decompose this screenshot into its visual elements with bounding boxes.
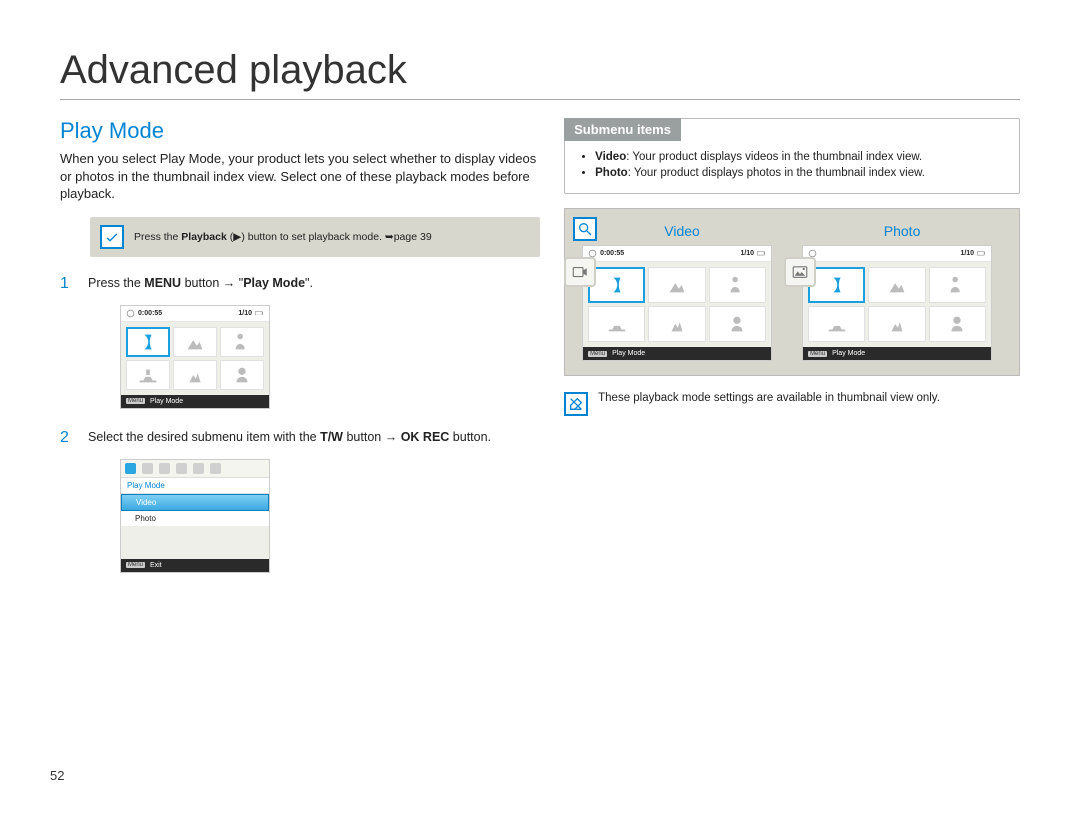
thumbnail: [929, 267, 986, 303]
lcd-footer-label: Exit: [150, 562, 162, 569]
lcd-menu-screen: Play Mode Video Photo Menu Exit: [120, 459, 540, 573]
battery-icon: [977, 249, 986, 258]
footnote-text: These playback mode settings are availab…: [598, 392, 940, 404]
tab-icon: [142, 463, 153, 474]
thumbnail: [929, 306, 986, 342]
menu-tag: Menu: [126, 562, 145, 568]
menu-row-video: Video: [121, 494, 269, 511]
page-number: 52: [50, 768, 64, 783]
video-mode-icon: [564, 257, 596, 287]
menu-header: Play Mode: [121, 478, 269, 494]
lcd-counter: 1/10: [238, 310, 252, 317]
left-column: Play Mode When you select Play Mode, you…: [60, 118, 540, 593]
magnifier-icon: [573, 217, 597, 241]
preview-label-video: Video: [582, 223, 782, 239]
lcd-counter: 1/10: [960, 250, 974, 257]
photo-mode-icon: [784, 257, 816, 287]
check-icon: [100, 225, 124, 249]
step-number: 1: [60, 275, 76, 293]
submenu-card: Submenu items Video: Your product displa…: [564, 118, 1020, 194]
thumbnail: [588, 306, 645, 342]
thumbnail: [868, 306, 925, 342]
tab-icon: [193, 463, 204, 474]
preview-photo: Photo 1/10: [802, 223, 1002, 361]
thumbnail: [709, 267, 766, 303]
lcd-thumbnail-screen: 0:00:55 1/10: [120, 305, 540, 409]
preview-card: Video 0:00:55: [564, 208, 1020, 376]
note-icon: [564, 392, 588, 416]
battery-icon: [255, 309, 264, 318]
submenu-item: Photo: Your product displays photos in t…: [595, 167, 1005, 179]
menu-tag: Menu: [808, 351, 827, 357]
thumbnail: [126, 327, 170, 357]
menu-row-photo: Photo: [121, 511, 269, 527]
thumbnail: [808, 267, 865, 303]
lcd-time: 0:00:55: [600, 250, 624, 257]
thumbnail: [588, 267, 645, 303]
step-text: Press the MENU button → "Play Mode".: [88, 275, 313, 293]
thumbnail: [808, 306, 865, 342]
lcd-counter: 1/10: [740, 250, 754, 257]
intro-text: When you select Play Mode, your product …: [60, 150, 540, 203]
submenu-header: Submenu items: [564, 118, 681, 141]
tab-icons-row: [121, 460, 269, 478]
thumbnail: [709, 306, 766, 342]
thumbnail: [173, 360, 217, 390]
section-title: Play Mode: [60, 118, 540, 144]
storage-icon: [126, 309, 135, 318]
thumbnail: [220, 360, 264, 390]
precheck-box: Press the Playback (▶) button to set pla…: [90, 217, 540, 257]
thumbnail: [868, 267, 925, 303]
preview-video: Video 0:00:55: [582, 223, 782, 361]
thumbnail: [173, 327, 217, 357]
thumbnail: [648, 306, 705, 342]
lcd-footer-label: Play Mode: [832, 350, 865, 357]
tab-icon: [125, 463, 136, 474]
submenu-item: Video: Your product displays videos in t…: [595, 151, 1005, 163]
thumbnail: [648, 267, 705, 303]
page-title: Advanced playback: [60, 48, 1020, 100]
step-2: 2 Select the desired submenu item with t…: [60, 429, 540, 447]
step-number: 2: [60, 429, 76, 447]
precheck-text: Press the Playback (▶) button to set pla…: [134, 231, 432, 243]
tab-icon: [176, 463, 187, 474]
footnote-row: These playback mode settings are availab…: [564, 392, 1020, 416]
preview-label-photo: Photo: [802, 223, 1002, 239]
lcd-footer-label: Play Mode: [612, 350, 645, 357]
menu-tag: Menu: [588, 351, 607, 357]
tab-icon: [210, 463, 221, 474]
thumbnail: [126, 360, 170, 390]
right-column: Submenu items Video: Your product displa…: [564, 118, 1020, 593]
menu-tag: Menu: [126, 398, 145, 404]
step-text: Select the desired submenu item with the…: [88, 429, 491, 447]
battery-icon: [757, 249, 766, 258]
thumbnail: [220, 327, 264, 357]
step-1: 1 Press the MENU button → "Play Mode".: [60, 275, 540, 293]
lcd-time: 0:00:55: [138, 310, 162, 317]
tab-icon: [159, 463, 170, 474]
lcd-footer-label: Play Mode: [150, 398, 183, 405]
